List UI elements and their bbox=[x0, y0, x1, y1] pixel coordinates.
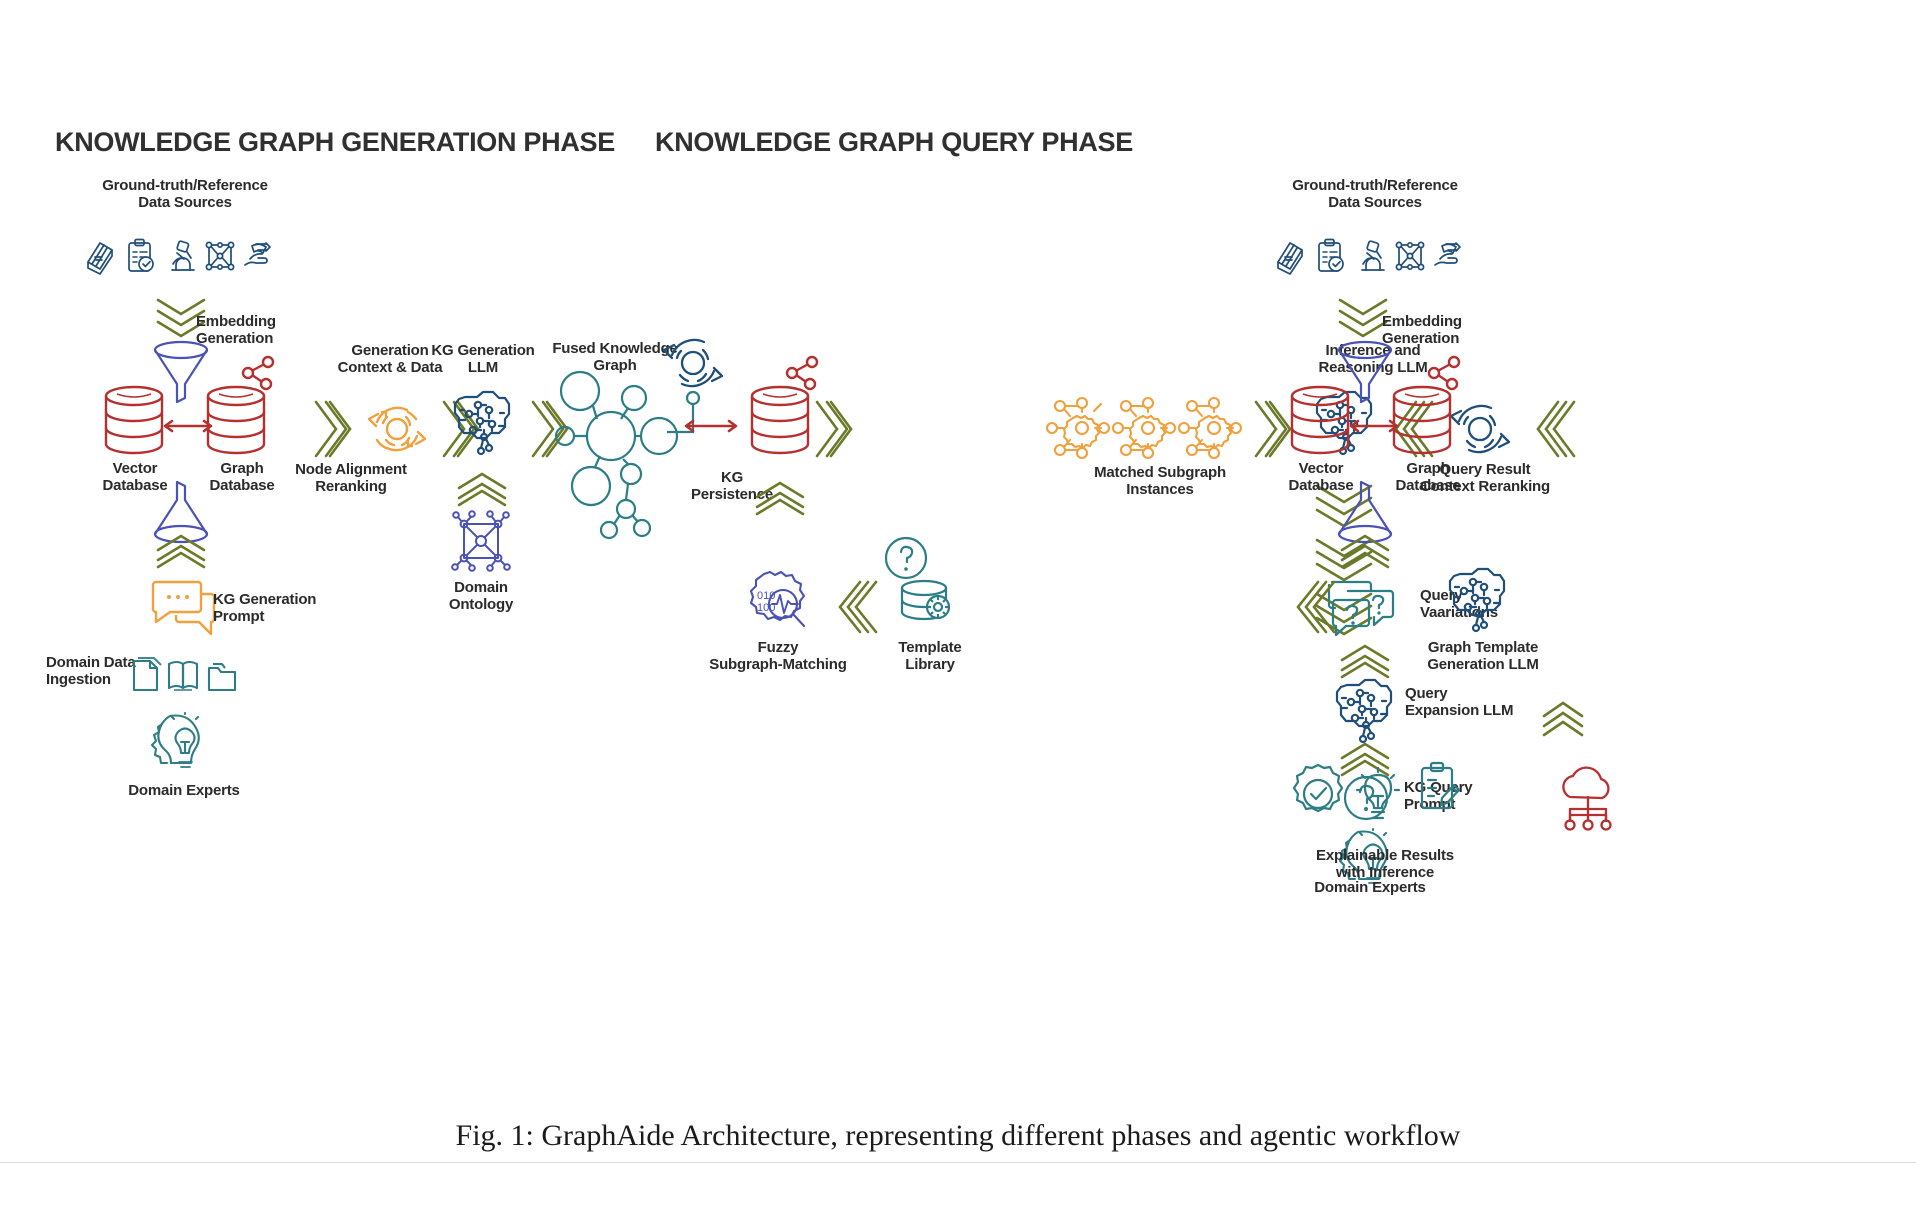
phase-title-generation: KNOWLEDGE GRAPH GENERATION PHASE bbox=[55, 127, 615, 157]
node-alignment-reranking-icon bbox=[364, 396, 430, 462]
template-library-icon bbox=[880, 536, 962, 622]
label-ground-truth-left: Ground-truth/Reference Data Sources bbox=[102, 177, 268, 211]
matched-subgraph-instances-icon bbox=[1045, 392, 1248, 464]
chevron-up-icon-right-2 bbox=[1338, 644, 1392, 679]
label-query-expansion-llm: Query Expansion LLM bbox=[1405, 685, 1514, 719]
chevron-left-icon-3 bbox=[1532, 398, 1576, 460]
chat-bubble-icon-prompt bbox=[151, 578, 218, 640]
chevron-left-icon-4 bbox=[1296, 578, 1336, 636]
label-domain-ontology: Domain Ontology bbox=[448, 579, 514, 613]
figure-caption: Fig. 1: GraphAide Architecture, represen… bbox=[455, 1119, 1461, 1152]
caption-divider bbox=[0, 1162, 1916, 1163]
ingestion-icons bbox=[129, 656, 239, 694]
brain-circuit-icon-query-expansion bbox=[1333, 676, 1395, 748]
fuzzy-subgraph-matching-icon: 010 100 bbox=[742, 568, 810, 636]
label-embedding-generation-right: Embedding Generation bbox=[1382, 313, 1462, 347]
brain-circuit-icon-kg-generation bbox=[451, 388, 513, 460]
chevron-up-icon-ontology bbox=[455, 472, 509, 507]
chevron-right-icon-1 bbox=[312, 398, 352, 460]
label-explainable-results: Explainable Results with Inference bbox=[1316, 847, 1454, 881]
label-embedding-generation-left: Embedding Generation bbox=[196, 313, 276, 347]
label-ground-truth-right: Ground-truth/Reference Data Sources bbox=[1292, 177, 1458, 211]
chevron-left-icon-1 bbox=[838, 578, 878, 636]
chevron-up-icon-right-1 bbox=[1338, 534, 1392, 569]
label-template-library: Template Library bbox=[898, 639, 962, 673]
phase-title-query: KNOWLEDGE GRAPH QUERY PHASE bbox=[655, 127, 1133, 157]
kg-persistence-cycle-icon bbox=[658, 330, 728, 396]
source-icons-right bbox=[1272, 236, 1472, 278]
chevron-up-icon-fuzzy bbox=[753, 481, 807, 516]
label-kg-generation-llm: KG Generation LLM bbox=[431, 342, 535, 376]
label-domain-experts-right: Domain Experts bbox=[1314, 879, 1426, 896]
chevron-up-icon-left-1 bbox=[154, 534, 208, 569]
explainable-results-icons bbox=[1290, 760, 1480, 836]
brain-circuit-icon-graph-template bbox=[1446, 565, 1508, 637]
label-fuzzy-subgraph-matching: Fuzzy Subgraph-Matching bbox=[709, 639, 847, 673]
bidirectional-arrow-right bbox=[1346, 418, 1402, 434]
label-graph-template-generation-llm: Graph Template Generation LLM bbox=[1427, 639, 1539, 673]
label-matched-subgraph-instances: Matched Subgraph Instances bbox=[1094, 464, 1226, 498]
diagram-canvas: KNOWLEDGE GRAPH GENERATION PHASE KNOWLED… bbox=[0, 0, 1916, 1208]
bidirectional-arrow-left bbox=[160, 418, 216, 434]
query-variations-icon bbox=[1326, 578, 1402, 640]
label-node-alignment-reranking: Node Alignment Reranking bbox=[295, 461, 407, 495]
bidirectional-arrow-kg-persistence bbox=[681, 418, 741, 434]
cloud-network-icon bbox=[1552, 765, 1626, 831]
chevron-up-icon-right-4 bbox=[1540, 700, 1586, 737]
source-icons-left bbox=[82, 236, 282, 278]
chevron-right-icon-4 bbox=[813, 398, 853, 460]
label-kg-generation-prompt: KG Generation Prompt bbox=[213, 591, 317, 625]
domain-experts-icon-left bbox=[148, 711, 216, 776]
domain-ontology-icon bbox=[450, 510, 512, 572]
label-domain-experts-left: Domain Experts bbox=[128, 782, 240, 799]
